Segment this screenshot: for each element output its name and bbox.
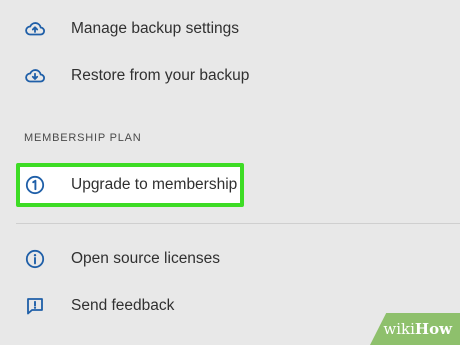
number-one-circle-icon [23, 173, 47, 197]
open-source-licenses-label: Open source licenses [71, 250, 221, 267]
upgrade-membership-label: Upgrade to membership [71, 176, 238, 193]
manage-backup-settings-label: Manage backup settings [71, 20, 240, 37]
watermark-wiki-text: wiki [383, 320, 415, 338]
send-feedback-label: Send feedback [71, 297, 175, 314]
menu-item-open-source-licenses[interactable]: Open source licenses [0, 237, 460, 281]
cloud-download-icon [23, 64, 47, 88]
restore-backup-label: Restore from your backup [71, 67, 250, 84]
section-divider [16, 223, 460, 224]
membership-plan-header: MEMBERSHIP PLAN [24, 132, 142, 144]
menu-item-manage-backup-settings[interactable]: Manage backup settings [0, 7, 460, 51]
info-icon [23, 247, 47, 271]
watermark-how-text: How [414, 320, 452, 338]
menu-item-upgrade-membership[interactable]: Upgrade to membership [0, 163, 460, 207]
cloud-upload-icon [23, 17, 47, 41]
menu-item-restore-backup[interactable]: Restore from your backup [0, 54, 460, 98]
feedback-icon [23, 294, 47, 318]
